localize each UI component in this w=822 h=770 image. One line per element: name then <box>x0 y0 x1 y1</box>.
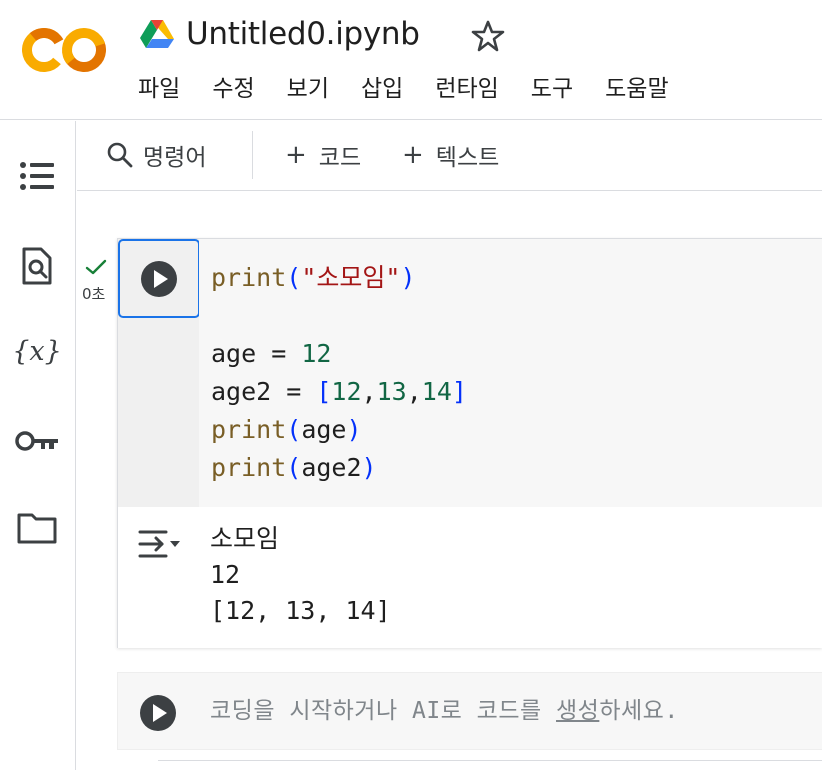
code-token: 12 <box>301 339 332 368</box>
code-line: print(age) <box>211 411 362 449</box>
code-token: 14 <box>421 377 452 406</box>
execution-time: 0초 <box>82 285 106 303</box>
secrets-button[interactable] <box>12 416 62 466</box>
star-icon[interactable] <box>470 19 506 53</box>
folder-icon <box>17 513 57 544</box>
menu-bar: 파일 수정 보기 삽입 런타임 도구 도움말 <box>138 72 701 106</box>
add-text-label: 텍스트 <box>435 145 500 171</box>
add-code-button[interactable]: + 코드 <box>285 137 361 173</box>
code-token: 13 <box>376 377 407 406</box>
files-button[interactable] <box>12 503 62 553</box>
check-icon <box>85 259 107 275</box>
code-line: age2 = [12,13,14] <box>211 373 467 411</box>
cell-output: 소모임 12 [12, 13, 14] <box>118 507 822 648</box>
code-token: age <box>301 415 347 444</box>
menu-insert[interactable]: 삽입 <box>361 72 403 106</box>
code-token: ) <box>400 263 416 292</box>
output-line: 소모임 <box>210 524 280 553</box>
colab-logo[interactable] <box>22 26 106 74</box>
placeholder-text: 코딩을 시작하거나 AI로 코드를 <box>210 698 557 724</box>
output-line: 12 <box>210 560 241 589</box>
output-line: [12, 13, 14] <box>210 596 391 625</box>
command-palette-label: 명령어 <box>143 145 207 171</box>
google-drive-icon[interactable] <box>140 19 174 49</box>
variables-icon: {x} <box>12 335 62 367</box>
code-token: age = <box>211 339 302 368</box>
code-token: , <box>406 377 422 406</box>
left-sidebar: {x} <box>0 121 76 770</box>
menu-edit[interactable]: 수정 <box>212 72 254 106</box>
menu-file[interactable]: 파일 <box>138 72 180 106</box>
placeholder-text-end: 하세요. <box>599 698 679 724</box>
code-token: ] <box>451 377 467 406</box>
code-line: print(age2) <box>211 449 377 487</box>
code-token: age2 = <box>211 377 317 406</box>
run-cell-button[interactable] <box>118 239 200 318</box>
menu-help[interactable]: 도움말 <box>605 72 668 106</box>
cell-placeholder: 코딩을 시작하거나 AI로 코드를 생성하세요. <box>210 692 679 730</box>
notebook-toolbar: 명령어 + 코드 + 텍스트 <box>77 121 822 191</box>
key-icon <box>15 431 58 451</box>
code-token: , <box>361 377 377 406</box>
code-token: print <box>211 263 287 292</box>
empty-code-cell[interactable]: 코딩을 시작하거나 AI로 코드를 생성하세요. <box>117 672 822 750</box>
code-token: 12 <box>331 377 362 406</box>
code-token: ) <box>361 453 377 482</box>
find-replace-button[interactable] <box>12 241 62 291</box>
toolbar-divider <box>252 131 253 179</box>
code-token: print <box>211 415 287 444</box>
cell-divider <box>158 760 822 761</box>
code-token: ( <box>286 263 302 292</box>
play-icon[interactable] <box>138 693 178 733</box>
menu-runtime[interactable]: 런타임 <box>435 72 498 106</box>
code-token: age2 <box>301 453 362 482</box>
code-token: [ <box>316 377 332 406</box>
code-token: print <box>211 453 287 482</box>
toc-icon <box>20 162 54 190</box>
play-icon <box>141 260 177 297</box>
generate-link[interactable]: 생성 <box>556 698 599 724</box>
code-line: age = 12 <box>211 335 331 373</box>
menu-tools[interactable]: 도구 <box>531 72 573 106</box>
plus-icon: + <box>285 140 307 170</box>
output-actions-icon[interactable] <box>136 524 182 564</box>
table-of-contents-button[interactable] <box>12 151 62 201</box>
notebook-title[interactable]: Untitled0.ipynb <box>186 14 420 54</box>
add-code-label: 코드 <box>318 145 362 171</box>
search-icon <box>107 142 133 168</box>
header: Untitled0.ipynb 파일 수정 보기 삽입 런타임 도구 도움말 <box>0 0 822 120</box>
code-line: print("소모임") <box>211 259 416 297</box>
code-editor[interactable]: print("소모임") age = 12 age2 = [12,13,14] pri… <box>199 239 822 507</box>
add-text-button[interactable]: + 텍스트 <box>402 137 499 173</box>
code-token: ) <box>346 415 362 444</box>
command-palette-button[interactable]: 명령어 <box>105 137 206 173</box>
code-cell[interactable]: print("소모임") age = 12 age2 = [12,13,14] pri… <box>117 238 822 648</box>
code-token: ( <box>286 415 302 444</box>
menu-view[interactable]: 보기 <box>287 72 329 106</box>
find-replace-icon <box>22 247 52 285</box>
plus-icon: + <box>402 140 424 170</box>
code-token: "소모임" <box>301 263 401 292</box>
variables-button[interactable]: {x} <box>12 326 62 376</box>
code-token: ( <box>286 453 302 482</box>
